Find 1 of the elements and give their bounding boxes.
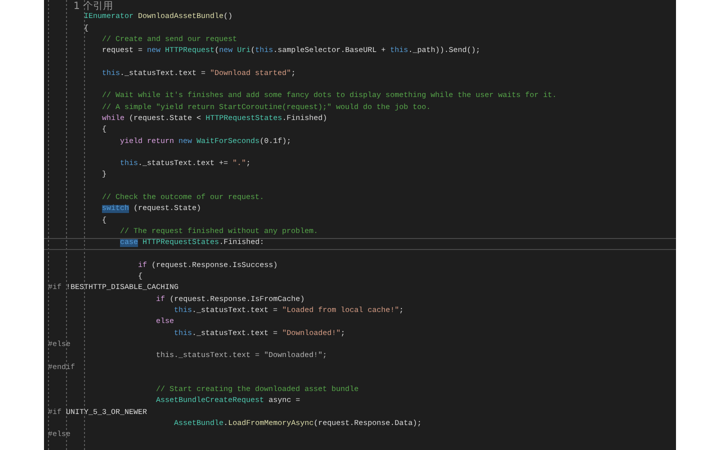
reference-count: 1 个引用	[72, 1, 114, 12]
